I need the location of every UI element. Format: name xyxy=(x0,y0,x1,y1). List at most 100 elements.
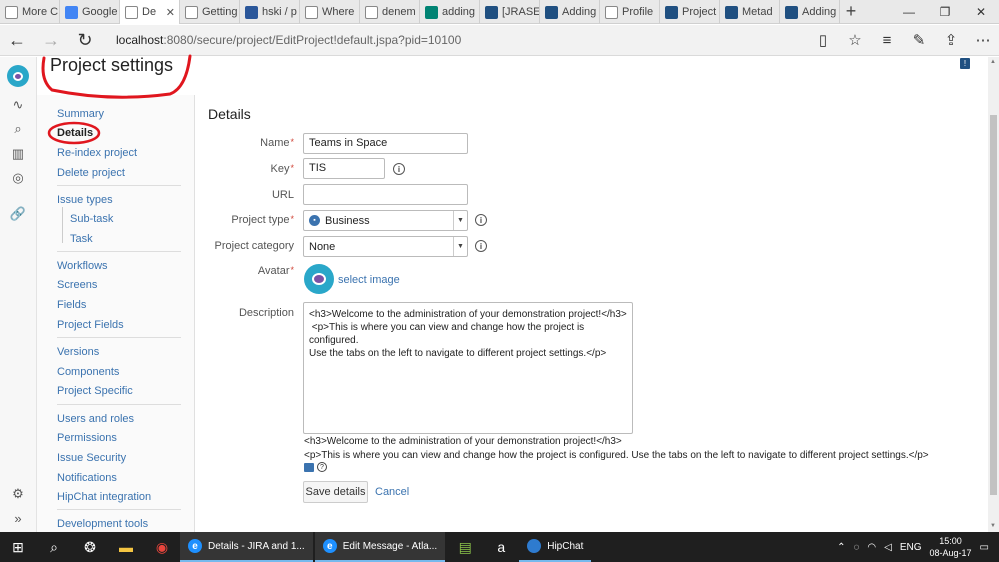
description-textarea[interactable]: <h3>Welcome to the administration of you… xyxy=(303,302,633,434)
language-indicator[interactable]: ENG xyxy=(900,542,922,553)
windows-start-icon[interactable]: ⊞ xyxy=(0,532,36,562)
network-icon[interactable]: ◌ xyxy=(853,542,859,553)
browser-tab[interactable]: Project xyxy=(660,0,720,24)
nav-screens[interactable]: Screens xyxy=(57,279,97,291)
key-field[interactable]: TIS xyxy=(303,158,385,179)
taskbar-edge-details[interactable]: e Details - JIRA and 1... xyxy=(180,532,313,562)
nav-workflows[interactable]: Workflows xyxy=(57,260,108,272)
wiki-style-icon[interactable] xyxy=(304,462,314,472)
nav-summary[interactable]: Summary xyxy=(57,108,104,120)
restore-button[interactable]: ❐ xyxy=(927,0,963,24)
nav-subtask[interactable]: Sub-task xyxy=(70,213,113,225)
browser-tab[interactable]: Where xyxy=(300,0,360,24)
nav-issue-types[interactable]: Issue types xyxy=(57,194,113,206)
required-marker: * xyxy=(290,265,294,275)
minimize-button[interactable]: — xyxy=(891,0,927,24)
search-icon[interactable]: ⌕ xyxy=(36,532,72,562)
components-icon[interactable]: ◎ xyxy=(9,169,27,187)
issues-search-icon[interactable]: ⌕ xyxy=(9,120,27,138)
nav-components[interactable]: Components xyxy=(57,366,119,378)
browser-tab[interactable]: Adding xyxy=(780,0,840,24)
project-category-select[interactable]: None ▼ xyxy=(303,236,468,257)
close-tab-icon[interactable]: ✕ xyxy=(166,6,175,19)
nav-task[interactable]: Task xyxy=(70,233,93,245)
url-field[interactable]: localhost:8080/secure/project/EditProjec… xyxy=(116,33,807,47)
forward-button[interactable]: → xyxy=(34,25,68,56)
chrome-icon[interactable]: ◉ xyxy=(144,532,180,562)
clock[interactable]: 15:00 08-Aug-17 xyxy=(930,535,972,559)
reading-view-icon[interactable]: ▯ xyxy=(807,25,839,56)
key-label-text: Key xyxy=(270,163,290,175)
browser-tab[interactable]: hski / p xyxy=(240,0,300,24)
key-info-icon[interactable]: i xyxy=(393,163,405,175)
scroll-up-icon[interactable]: ▲ xyxy=(990,59,996,65)
project-type-info-icon[interactable]: i xyxy=(475,214,487,226)
chevron-up-icon[interactable]: ⌃ xyxy=(837,542,845,553)
browser-tab[interactable]: adding xyxy=(420,0,480,24)
nav-delete-project[interactable]: Delete project xyxy=(57,167,125,179)
notepad-icon[interactable]: ▤ xyxy=(447,532,483,562)
amazon-icon[interactable]: a xyxy=(483,532,519,562)
name-field[interactable]: Teams in Space xyxy=(303,133,468,154)
nav-fields[interactable]: Fields xyxy=(57,299,86,311)
app-pin-icon[interactable]: ❂ xyxy=(72,532,108,562)
nav-project-specific[interactable]: Project Specific xyxy=(57,385,133,397)
back-button[interactable]: ← xyxy=(0,25,34,56)
nav-hipchat-integration[interactable]: HipChat integration xyxy=(57,491,151,503)
feedback-icon[interactable]: ! xyxy=(960,58,970,69)
file-explorer-icon[interactable]: ▬ xyxy=(108,532,144,562)
project-category-info-icon[interactable]: i xyxy=(475,240,487,252)
browser-tab[interactable]: Profile xyxy=(600,0,660,24)
expand-sidebar-icon[interactable]: » xyxy=(9,509,27,527)
browser-tab[interactable]: [JRASE xyxy=(480,0,540,24)
cancel-link[interactable]: Cancel xyxy=(375,486,409,498)
volume-icon[interactable]: ◁ xyxy=(884,542,892,553)
nav-permissions[interactable]: Permissions xyxy=(57,432,117,444)
wifi-icon[interactable]: ◠ xyxy=(867,542,876,553)
browser-tab[interactable]: Metad xyxy=(720,0,780,24)
nav-issue-security[interactable]: Issue Security xyxy=(57,452,126,464)
reports-icon[interactable]: ▥ xyxy=(9,145,27,163)
browser-tab[interactable]: More C xyxy=(0,0,60,24)
share-icon[interactable]: ⇪ xyxy=(935,25,967,56)
taskbar-edge-edit-message[interactable]: e Edit Message - Atla... xyxy=(314,532,446,562)
help-icon[interactable]: ? xyxy=(317,462,327,472)
project-type-select[interactable]: ▪ Business ▼ xyxy=(303,210,468,231)
settings-gear-icon[interactable]: ⚙ xyxy=(9,485,27,503)
nav-development-tools[interactable]: Development tools xyxy=(57,518,148,530)
project-avatar[interactable] xyxy=(304,264,334,294)
page-scrollbar[interactable]: ▲ ▼ xyxy=(988,57,999,532)
nav-notifications[interactable]: Notifications xyxy=(57,472,117,484)
favorite-star-icon[interactable]: ☆ xyxy=(839,25,871,56)
browser-tab[interactable]: Getting xyxy=(180,0,240,24)
browser-tab[interactable]: Adding xyxy=(540,0,600,24)
nav-project-fields[interactable]: Project Fields xyxy=(57,319,124,331)
taskbar-hipchat[interactable]: HipChat xyxy=(519,532,592,562)
project-type-label-text: Project type xyxy=(231,214,290,226)
browser-tab-title: [JRASE xyxy=(502,6,540,18)
scroll-thumb[interactable] xyxy=(990,115,997,495)
browser-tab[interactable]: denem xyxy=(360,0,420,24)
nav-details[interactable]: Details xyxy=(57,127,93,139)
new-tab-button[interactable]: + xyxy=(840,0,862,23)
select-image-link[interactable]: select image xyxy=(338,274,400,286)
url-field[interactable] xyxy=(303,184,468,205)
save-details-button[interactable]: Save details xyxy=(303,481,368,503)
more-menu-icon[interactable]: ⋯ xyxy=(967,25,999,56)
link-icon[interactable]: 🔗 xyxy=(9,205,27,223)
hub-menu-icon[interactable]: ≡ xyxy=(871,25,903,56)
browser-tab[interactable]: De ✕ xyxy=(120,0,180,24)
clock-time: 15:00 xyxy=(939,536,962,546)
activity-icon[interactable]: ∿ xyxy=(9,96,27,114)
refresh-button[interactable]: ↻ xyxy=(68,25,102,56)
notifications-icon[interactable]: ▭ xyxy=(980,542,989,553)
name-label: Name* xyxy=(184,137,294,149)
nav-users-and-roles[interactable]: Users and roles xyxy=(57,413,134,425)
nav-versions[interactable]: Versions xyxy=(57,346,99,358)
scroll-down-icon[interactable]: ▼ xyxy=(990,523,996,529)
close-window-button[interactable]: ✕ xyxy=(963,0,999,24)
web-note-icon[interactable]: ✎ xyxy=(903,25,935,56)
browser-tab[interactable]: Google xyxy=(60,0,120,24)
nav-reindex-project[interactable]: Re-index project xyxy=(57,147,137,159)
project-avatar-icon[interactable] xyxy=(7,65,29,87)
